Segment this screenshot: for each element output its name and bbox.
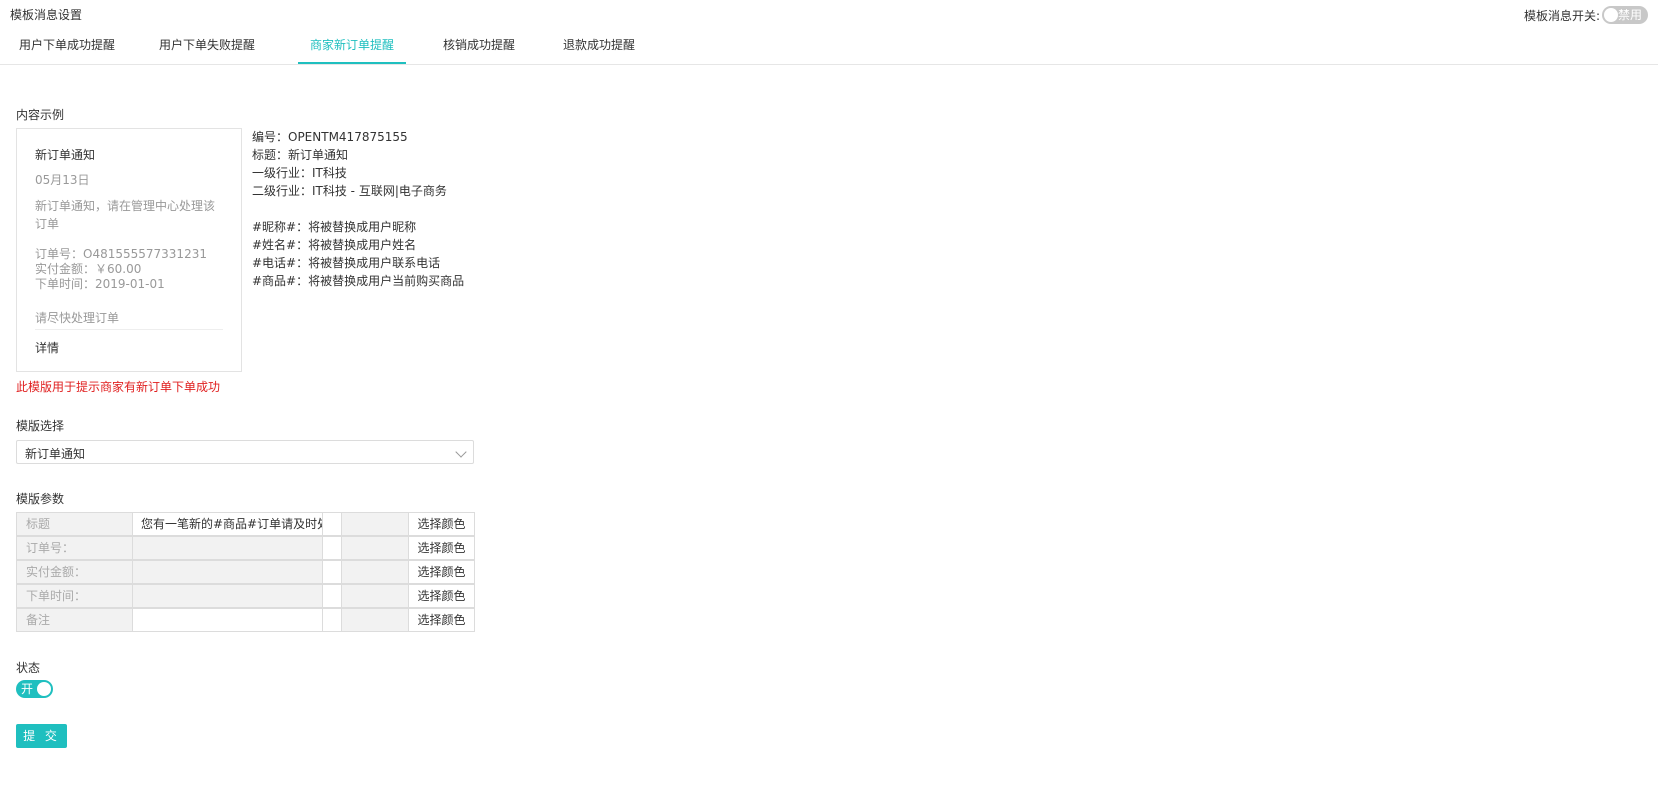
color-value-input[interactable]: [341, 608, 409, 632]
template-select-value: 新订单通知: [25, 447, 86, 461]
param-value-input[interactable]: [132, 584, 332, 608]
template-info: 编号：OPENTM417875155 标题：新订单通知 一级行业：IT科技 二级…: [252, 128, 464, 290]
preview-order-time: 下单时间：2019-01-01: [35, 277, 165, 291]
status-toggle-text: 开: [21, 682, 34, 696]
template-select-label: 模版选择: [16, 419, 65, 433]
status-toggle[interactable]: 开: [16, 680, 53, 698]
status-label: 状态: [16, 661, 41, 675]
param-label: 订单号：: [16, 536, 142, 560]
preview-divider: [35, 329, 223, 330]
tab-user-order-success[interactable]: 用户下单成功提醒: [10, 33, 124, 64]
submit-button[interactable]: 提 交: [16, 724, 67, 748]
toggle-knob: [37, 682, 51, 696]
preview-intro: 新订单通知，请在管理中心处理该订单: [35, 199, 216, 231]
template-industry-1: 一级行业：IT科技: [252, 166, 347, 180]
toggle-state-text: 禁用: [1617, 8, 1642, 22]
template-title: 标题：新订单通知: [252, 148, 349, 162]
chevron-down-icon: [455, 446, 467, 458]
variable-phone: #电话#：将被替换成用户联系电话: [252, 256, 441, 270]
preview-detail-link[interactable]: 详情: [35, 339, 59, 356]
param-label: 标题: [16, 512, 142, 536]
template-message-switch-label: 模板消息开关:: [1523, 8, 1600, 23]
variable-nickname: #昵称#：将被替换成用户昵称: [252, 220, 417, 234]
pick-color-button[interactable]: 选择颜色: [408, 584, 475, 608]
param-value-input[interactable]: [132, 536, 332, 560]
param-label: 实付金额：: [16, 560, 142, 584]
message-preview-card: 新订单通知 05月13日 新订单通知，请在管理中心处理该订单 订单号：O4815…: [16, 128, 242, 372]
page-title: 模板消息设置: [10, 8, 83, 22]
pick-color-button[interactable]: 选择颜色: [408, 608, 475, 632]
color-value-input[interactable]: [341, 584, 409, 608]
content-example-label: 内容示例: [16, 108, 65, 122]
color-value-input[interactable]: [341, 512, 409, 536]
color-swatch[interactable]: [322, 536, 342, 560]
variable-name: #姓名#：将被替换成用户姓名: [252, 238, 417, 252]
preview-fields: 订单号：O481555577331231 实付金额：￥60.00 下单时间：20…: [35, 247, 207, 292]
template-message-toggle[interactable]: 禁用: [1602, 6, 1648, 24]
tab-merchant-new-order[interactable]: 商家新订单提醒: [298, 33, 406, 64]
preview-order-no: 订单号：O481555577331231: [35, 247, 207, 261]
param-label: 下单时间：: [16, 584, 142, 608]
param-value-input[interactable]: [132, 608, 332, 632]
template-params-label: 模版参数: [16, 492, 65, 506]
toggle-knob: [1604, 8, 1618, 22]
preview-remark: 请尽快处理订单: [35, 311, 120, 325]
color-value-input[interactable]: [341, 536, 409, 560]
pick-color-button[interactable]: 选择颜色: [408, 512, 475, 536]
tab-refund-success[interactable]: 退款成功提醒: [554, 33, 644, 64]
template-select[interactable]: 新订单通知: [16, 440, 474, 464]
param-value-input[interactable]: [132, 560, 332, 584]
param-value-input[interactable]: 您有一笔新的#商品#订单请及时处理: [132, 512, 332, 536]
pick-color-button[interactable]: 选择颜色: [408, 560, 475, 584]
pick-color-button[interactable]: 选择颜色: [408, 536, 475, 560]
color-swatch[interactable]: [322, 584, 342, 608]
preview-title: 新订单通知: [35, 148, 96, 162]
preview-amount: 实付金额：￥60.00: [35, 262, 142, 276]
color-swatch[interactable]: [322, 608, 342, 632]
tab-bar: 用户下单成功提醒 用户下单失败提醒 商家新订单提醒 核销成功提醒 退款成功提醒: [0, 33, 1658, 65]
template-code: 编号：OPENTM417875155: [252, 130, 408, 144]
tab-user-order-fail[interactable]: 用户下单失败提醒: [150, 33, 264, 64]
param-label: 备注: [16, 608, 142, 632]
template-industry-2: 二级行业：IT科技 - 互联网|电子商务: [252, 184, 447, 198]
color-swatch[interactable]: [322, 560, 342, 584]
color-value-input[interactable]: [341, 560, 409, 584]
preview-date: 05月13日: [35, 173, 90, 187]
tab-verify-success[interactable]: 核销成功提醒: [434, 33, 524, 64]
variable-goods: #商品#：将被替换成用户当前购买商品: [252, 274, 465, 288]
template-message-switch: 模板消息开关: 禁用: [1524, 6, 1648, 24]
template-hint: 此模版用于提示商家有新订单下单成功: [16, 380, 221, 394]
color-swatch[interactable]: [322, 512, 342, 536]
